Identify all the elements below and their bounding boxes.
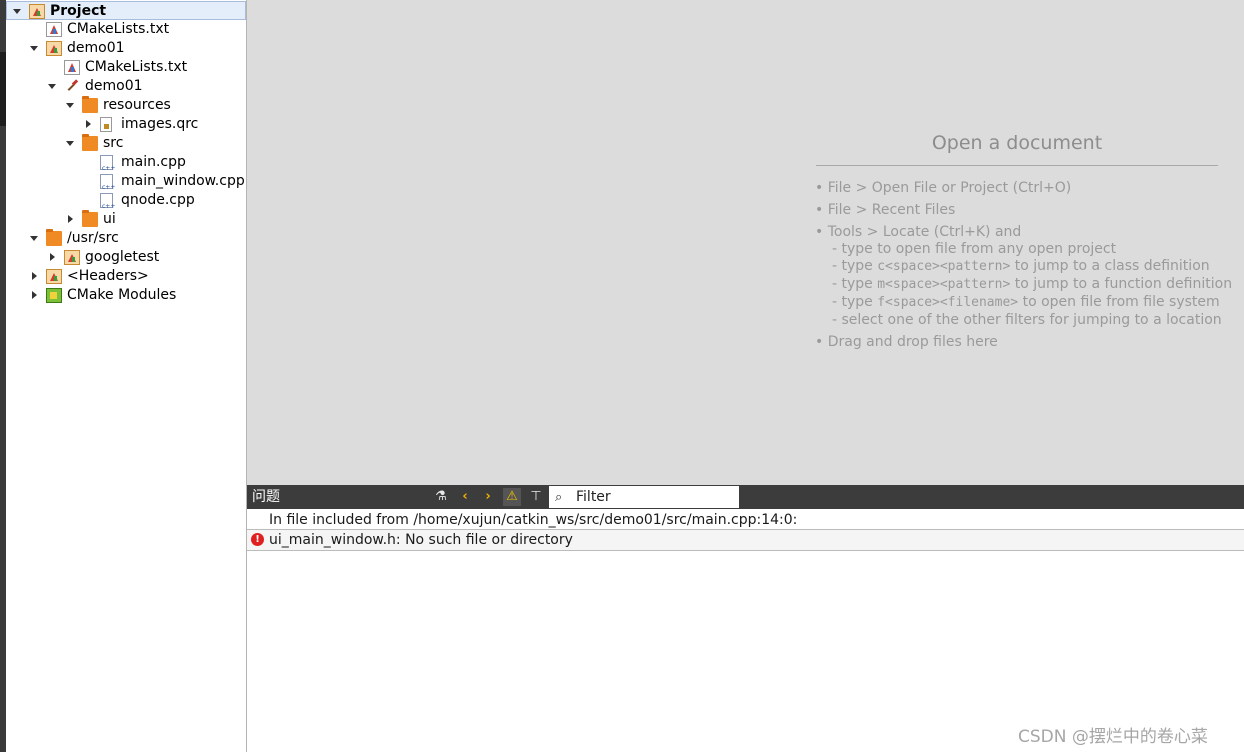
tree-item-label: /usr/src (67, 230, 119, 246)
folder-icon (82, 134, 98, 151)
open-document-title: Open a document (931, 132, 1103, 154)
hint-suffix: to open file from file system (1018, 294, 1220, 310)
title-divider (816, 165, 1218, 166)
tree-item-label: CMake Modules (67, 287, 177, 303)
tree-item-label: images.qrc (121, 116, 199, 132)
watermark: CSDN @摆烂中的卷心菜 (1018, 727, 1208, 747)
tree-item-label: CMakeLists.txt (67, 21, 170, 37)
editor-placeholder: Open a document • File > Open File or Pr… (247, 0, 1244, 485)
tree-item[interactable]: main_window.cpp (6, 172, 246, 197)
tree-item[interactable]: CMakeLists.txt (6, 58, 246, 77)
tree-item-label: resources (103, 97, 171, 113)
cmake-file-icon (64, 60, 80, 75)
hint-line: - type m<space><pattern> to jump to a fu… (832, 276, 1232, 292)
hint-line: • Drag and drop files here (815, 334, 998, 350)
chevron-down-icon[interactable] (29, 229, 39, 248)
error-icon: ! (251, 533, 264, 546)
tree-item-label: qnode.cpp (121, 192, 195, 208)
chevron-left-icon[interactable]: ‹ (456, 488, 474, 506)
chevron-right-icon[interactable] (29, 286, 39, 305)
tree-item-label: googletest (85, 249, 160, 265)
hint-code: m<space><pattern> (877, 277, 1011, 292)
hint-line: • File > Open File or Project (Ctrl+O) (815, 180, 1072, 196)
cpp-file-icon (100, 155, 115, 178)
hint-prefix: - type (832, 258, 878, 274)
warning-icon[interactable]: ⚠ (503, 488, 521, 506)
tree-item[interactable]: ui (6, 210, 246, 229)
issues-pane-title: 问题 (252, 489, 280, 505)
cmake-project-icon (29, 4, 45, 19)
tree-item-label: <Headers> (67, 268, 149, 284)
tree-item[interactable]: /usr/src (6, 229, 246, 248)
tree-item-label: CMakeLists.txt (85, 59, 188, 75)
chevron-right-icon[interactable] (29, 267, 39, 286)
tree-item[interactable]: demo01 (6, 77, 246, 96)
tree-item[interactable]: main.cpp (6, 153, 246, 178)
cmake-file-icon (46, 22, 62, 37)
headers-icon (46, 269, 62, 284)
tree-item-label: demo01 (85, 78, 143, 94)
tree-item[interactable]: images.qrc (6, 115, 246, 134)
tree-item[interactable]: qnode.cpp (6, 191, 246, 216)
tree-item[interactable]: <Headers> (6, 267, 246, 286)
tree-item-label: main.cpp (121, 154, 186, 170)
hint-suffix: to jump to a function definition (1010, 276, 1233, 292)
tree-item[interactable]: Project (6, 1, 246, 20)
hint-line: - select one of the other filters for ju… (832, 312, 1222, 328)
tree-item-label: ui (103, 211, 116, 227)
hint-line: - type f<space><filename> to open file f… (832, 294, 1220, 310)
hint-code: f<space><filename> (877, 295, 1019, 310)
tree-item[interactable]: CMake Modules (6, 286, 246, 305)
tree-item-label: main_window.cpp (121, 173, 245, 189)
chevron-right-icon[interactable]: › (479, 488, 497, 506)
folder-icon (46, 229, 62, 246)
chevron-right-icon[interactable] (65, 210, 75, 229)
chevron-down-icon[interactable] (65, 134, 75, 153)
cmake-project-icon (64, 250, 80, 265)
filter-input[interactable]: ⌕ Filter (549, 486, 739, 508)
chevron-down-icon[interactable] (29, 39, 39, 58)
issue-row[interactable]: ! ui_main_window.h: No such file or dire… (247, 529, 1244, 551)
hint-suffix: to jump to a class definition (1010, 258, 1210, 274)
hint-line: - type c<space><pattern> to jump to a cl… (832, 258, 1210, 274)
tree-item-label: src (103, 135, 124, 151)
tree-item[interactable]: demo01 (6, 39, 246, 58)
tree-item[interactable]: resources (6, 96, 246, 115)
chevron-down-icon[interactable] (12, 2, 22, 21)
search-icon: ⌕ (555, 490, 563, 505)
filter-placeholder: Filter (576, 489, 611, 505)
tree-item[interactable]: src (6, 134, 246, 153)
clear-icon[interactable]: ⚗ (432, 488, 450, 506)
cpp-file-icon (100, 174, 115, 197)
hint-line: • Tools > Locate (Ctrl+K) and (815, 224, 1022, 240)
tree-item[interactable]: googletest (6, 248, 246, 267)
issue-text: ui_main_window.h: No such file or direct… (269, 532, 573, 548)
folder-icon (82, 96, 98, 113)
project-tree[interactable]: Project CMakeLists.txt demo01 CMakeLists.tx… (6, 0, 247, 752)
cmake-project-icon (46, 41, 62, 56)
hint-code: c<space><pattern> (877, 259, 1011, 274)
chevron-right-icon[interactable] (83, 115, 93, 134)
filter-icon[interactable]: ⊤ (527, 488, 545, 506)
tree-item[interactable]: CMakeLists.txt (6, 20, 246, 39)
qrc-file-icon (100, 117, 112, 132)
tree-item-label: Project (50, 3, 107, 19)
chevron-down-icon[interactable] (65, 96, 75, 115)
hint-line: - type to open file from any open projec… (832, 241, 1117, 257)
tree-item-label: demo01 (67, 40, 125, 56)
issues-list[interactable]: In file included from /home/xujun/catkin… (247, 509, 1244, 752)
cpp-file-icon (100, 193, 115, 216)
cmake-modules-icon (46, 288, 62, 303)
hint-line: • File > Recent Files (815, 202, 956, 218)
chevron-down-icon[interactable] (47, 77, 57, 96)
hammer-icon (64, 79, 80, 94)
issues-toolbar: 问题 ⚗ ‹ › ⚠ ⊤ ⌕ Filter (247, 485, 1244, 509)
issue-row[interactable]: In file included from /home/xujun/catkin… (247, 510, 1244, 530)
hint-prefix: - type (832, 294, 878, 310)
folder-icon (82, 210, 98, 227)
issue-text: In file included from /home/xujun/catkin… (269, 512, 798, 528)
chevron-right-icon[interactable] (47, 248, 57, 267)
hint-prefix: - type (832, 276, 878, 292)
